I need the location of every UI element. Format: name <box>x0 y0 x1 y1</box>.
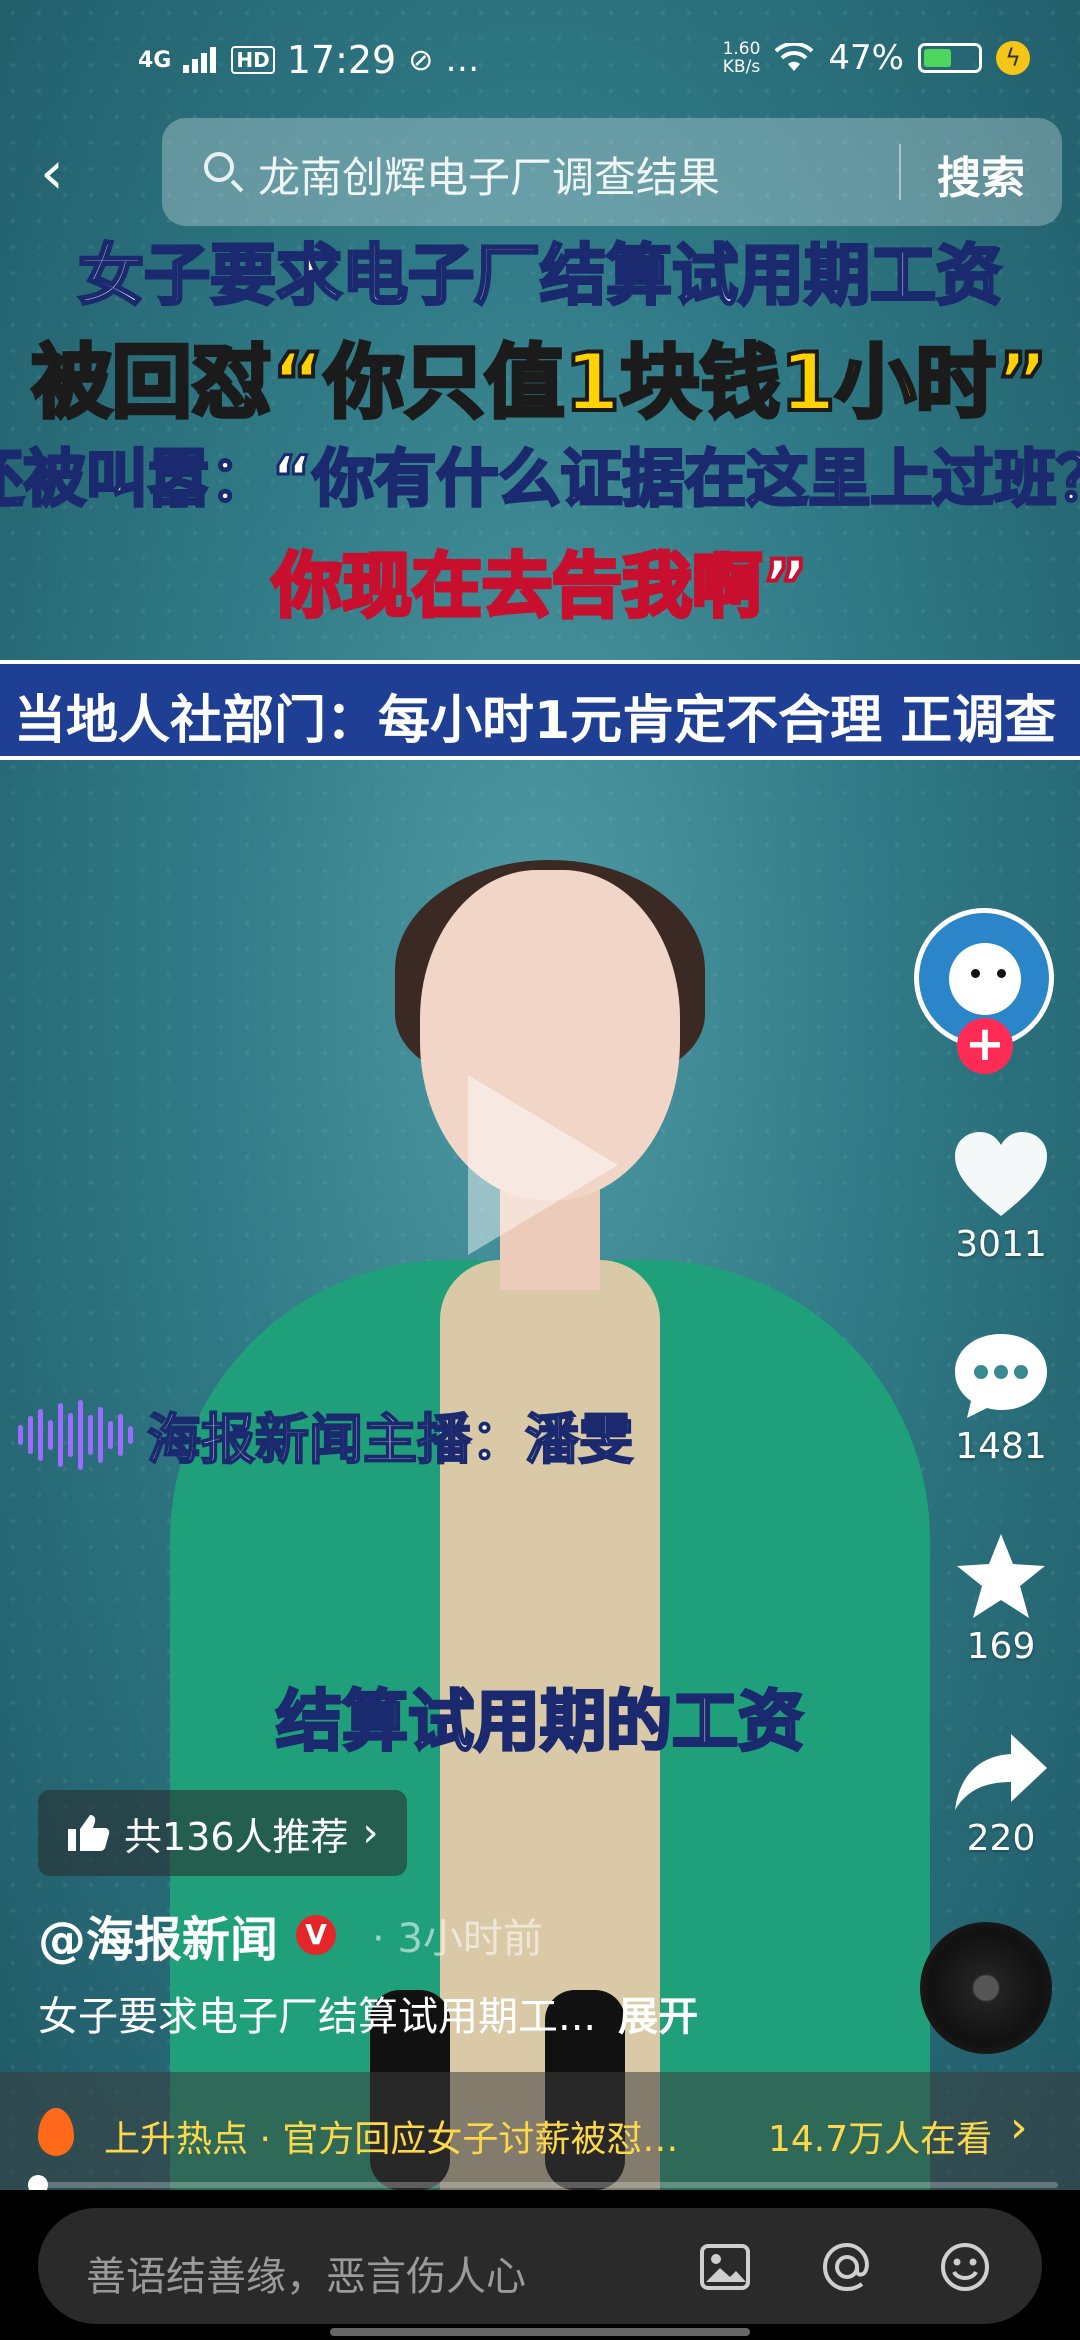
at-mention-icon[interactable] <box>820 2240 874 2294</box>
search-bar[interactable]: 龙南创辉电子厂调查结果 搜索 <box>162 118 1062 226</box>
clock: 17:29 <box>286 38 397 82</box>
follow-button[interactable]: + <box>957 1018 1013 1074</box>
share-count: 220 <box>966 1818 1036 1859</box>
anchor-name: 海报新闻主播：潘雯 <box>146 1407 634 1472</box>
hot-topic-bar[interactable]: 上升热点 · 官方回应女子讨薪被怼… 14.7万人在看 › <box>0 2072 1080 2190</box>
video-subtitle: 结算试用期的工资 <box>275 1682 806 1762</box>
hot-topic-text: 上升热点 · 官方回应女子讨薪被怼… <box>104 2119 679 2160</box>
share-arrow-icon <box>955 1734 1047 1810</box>
thumbs-up-icon <box>68 1815 110 1851</box>
home-indicator[interactable] <box>330 2328 750 2336</box>
search-input[interactable]: 龙南创辉电子厂调查结果 <box>258 144 720 205</box>
caption-line-4: 你现在去告我啊” <box>270 543 810 629</box>
favorite-button[interactable]: 169 <box>936 1530 1066 1667</box>
favorite-count: 169 <box>966 1626 1036 1667</box>
top-bar: ‹ 龙南创辉电子厂调查结果 搜索 <box>0 118 1080 228</box>
description-text: 女子要求电子厂结算试用期工... <box>38 1994 597 2040</box>
author-row: @海报新闻 V · 3小时前 <box>38 1900 543 1970</box>
heart-icon <box>955 1132 1047 1216</box>
search-button[interactable]: 搜索 <box>937 142 1025 206</box>
music-disc-icon[interactable] <box>920 1922 1052 2054</box>
wifi-icon <box>775 43 814 71</box>
play-icon[interactable] <box>468 1075 618 1255</box>
charging-icon: ϟ <box>996 41 1030 75</box>
recommend-text: 共136人推荐 <box>124 1814 349 1859</box>
signal-icon <box>183 47 217 73</box>
like-count: 3011 <box>955 1224 1047 1265</box>
emoji-icon[interactable] <box>938 2240 992 2294</box>
like-button[interactable]: 3011 <box>936 1130 1066 1265</box>
banner-text: 当地人社部门：每小时1元肯定不合理 正调查 <box>14 691 1057 751</box>
chevron-right-icon: › <box>1010 2102 1028 2153</box>
hd-badge: HD <box>231 46 275 74</box>
author-name[interactable]: @海报新闻 <box>38 1900 278 1970</box>
progress-handle[interactable] <box>28 2175 48 2190</box>
hot-topic-views: 14.7万人在看 <box>768 2119 993 2160</box>
network-indicator: 4G <box>138 47 172 73</box>
video-description: 女子要求电子厂结算试用期工... 展开 <box>38 1984 698 2042</box>
anchor-label: 海报新闻主播：潘雯 <box>18 1395 634 1474</box>
post-time: · 3小时前 <box>372 1916 543 1962</box>
video-player[interactable]: 女子要求电子厂结算试用期工资 被回怼“你只值1块钱1小时” 还被叫嚣：“你有什么… <box>0 0 1080 2190</box>
star-icon <box>957 1534 1045 1618</box>
battery-percent: 47% <box>828 38 904 78</box>
chevron-right-icon: › <box>362 1810 379 1856</box>
network-speed: 1.60 KB/s <box>722 39 761 77</box>
caption-line-1: 女子要求电子厂结算试用期工资 <box>77 236 1004 316</box>
expand-link[interactable]: 展开 <box>618 1994 698 2040</box>
flame-icon <box>38 2108 74 2156</box>
leaf-icon: ⊘ <box>408 42 434 78</box>
share-button[interactable]: 220 <box>936 1730 1066 1859</box>
comment-button[interactable]: 1481 <box>936 1330 1066 1467</box>
news-banner: 当地人社部门：每小时1元肯定不合理 正调查 <box>0 660 1080 760</box>
caption-line-2: 被回怼“你只值1块钱1小时” <box>30 334 1050 431</box>
battery-icon <box>918 43 982 73</box>
verified-badge-icon: V <box>296 1915 337 1955</box>
image-icon[interactable] <box>698 2240 752 2294</box>
recommend-chip[interactable]: 共136人推荐 › <box>38 1790 407 1876</box>
comment-count: 1481 <box>955 1426 1047 1467</box>
more-notifications: … <box>445 40 480 80</box>
status-bar: 4G HD 17:29 ⊘ … 1.60 KB/s 47% ϟ <box>0 0 1080 120</box>
search-divider <box>899 144 901 200</box>
back-arrow-icon[interactable]: ‹ <box>40 138 110 208</box>
video-progress-bar[interactable] <box>28 2175 1058 2190</box>
caption-line-3: 还被叫嚣：“你有什么证据在这里上过班？ <box>0 441 1080 517</box>
search-icon <box>204 152 234 182</box>
comment-icon <box>955 1334 1047 1418</box>
comment-input[interactable]: 善语结善缘，恶言伤人心 <box>86 2244 526 2302</box>
audio-wave-icon <box>18 1399 133 1470</box>
comment-input-bar[interactable]: 善语结善缘，恶言伤人心 <box>38 2208 1042 2324</box>
